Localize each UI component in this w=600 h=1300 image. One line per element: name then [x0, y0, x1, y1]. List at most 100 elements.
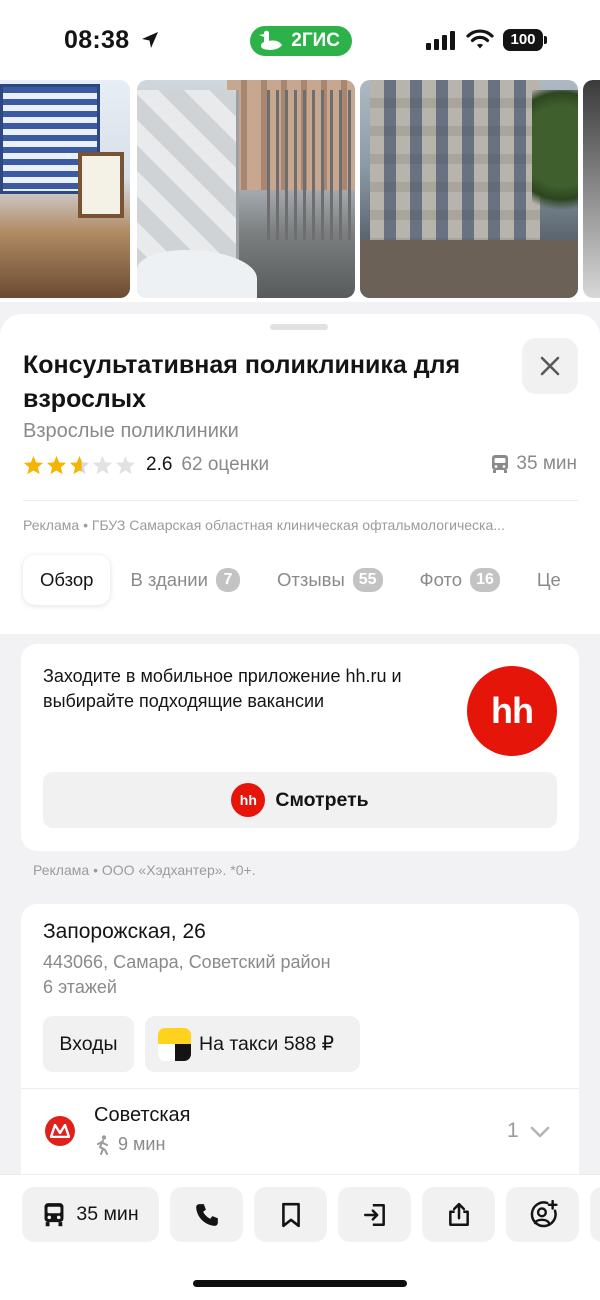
address-floors: 6 этажей [43, 977, 117, 997]
tab-overview[interactable]: Обзор [23, 555, 111, 605]
entrance-button[interactable] [338, 1187, 411, 1242]
photo-thumbnail[interactable] [137, 80, 355, 298]
taxi-label: На такси 588 ₽ [199, 1033, 335, 1055]
tab-label: Це [536, 569, 561, 590]
photo-detail [267, 90, 355, 240]
home-indicator[interactable] [193, 1280, 407, 1287]
transit-time[interactable]: 35 мин [490, 453, 577, 475]
more-actions-button[interactable] [590, 1187, 600, 1242]
promo-ad-label: Реклама [33, 862, 90, 878]
signal-icon [426, 31, 455, 50]
route-time-label: 35 мин [76, 1203, 139, 1225]
photo-thumbnail[interactable] [0, 80, 130, 298]
battery-icon: 100 [503, 29, 547, 51]
place-card: Консультативная поликлиника для взрослых… [0, 314, 600, 634]
photo-detail [532, 90, 578, 230]
metro-walk-time: 9 мин [118, 1134, 166, 1154]
status-time: 08:38 [64, 26, 130, 54]
location-arrow-icon [142, 32, 158, 48]
walk-icon [97, 1134, 108, 1155]
close-icon [540, 356, 560, 376]
rating-value: 2.6 [146, 454, 173, 475]
metro-count: 1 [507, 1119, 519, 1142]
entrance-icon [363, 1203, 385, 1226]
photo-thumbnail[interactable] [360, 80, 578, 298]
sheet-grabber[interactable] [270, 324, 328, 330]
app-badge[interactable]: 2ГИС [250, 26, 352, 56]
divider [23, 500, 578, 501]
photo-detail [137, 250, 257, 298]
star-half-icon [69, 455, 90, 475]
photo-detail [78, 152, 124, 218]
photo-thumbnail[interactable] [583, 80, 600, 298]
tab-label: В здании [130, 569, 208, 590]
phone-icon [195, 1203, 218, 1226]
promo-card: Заходите в мобильное приложение hh.ru и … [21, 644, 579, 851]
call-button[interactable] [170, 1187, 243, 1242]
hh-icon: hh [231, 783, 266, 817]
rating-row[interactable]: 2.6 62 оценки [23, 452, 269, 478]
tab-count-badge: 16 [470, 568, 500, 592]
address-street[interactable]: Запорожская, 26 [43, 920, 206, 944]
rating-count: 62 оценки [181, 454, 270, 475]
promo-ad-line: Реклама • ООО «Хэдхантер». *0+. [33, 862, 256, 878]
entrances-label: Входы [59, 1032, 118, 1055]
transit-time-label: 35 мин [516, 453, 577, 474]
star-icon [46, 455, 67, 475]
tab-label: Отзывы [276, 569, 345, 590]
route-button[interactable]: 35 мин [22, 1187, 159, 1242]
place-title: Консультативная поликлиника для взрослых [23, 351, 461, 413]
wifi-icon [466, 29, 494, 49]
tab-count-badge: 55 [352, 568, 383, 592]
place-category: Взрослые поликлиники [23, 420, 239, 442]
bookmark-button[interactable] [254, 1187, 327, 1242]
share-button[interactable] [422, 1187, 495, 1242]
tab-label: Обзор [40, 569, 94, 590]
address-city: 443066, Самара, Советский район [43, 952, 331, 972]
metro-walk: 9 мин [94, 1134, 165, 1155]
metro-icon [45, 1116, 75, 1146]
tab-in-building[interactable]: В здании 7 [113, 555, 257, 605]
tab-prices[interactable]: Це [520, 555, 578, 605]
app-badge-label: 2ГИС [291, 30, 340, 51]
promo-view-button[interactable]: hh Смотреть [43, 772, 557, 828]
tab-bar: Обзор В здании 7 Отзывы 55 Фото 16 Це [23, 554, 581, 606]
ad-separator: • [93, 862, 102, 878]
star-icon [115, 455, 136, 475]
rating-stars [23, 455, 136, 475]
add-user-icon [530, 1199, 558, 1227]
metro-m-glyph [50, 1124, 70, 1138]
chevron-down-icon[interactable] [528, 1121, 552, 1143]
hh-logo[interactable]: hh [467, 666, 557, 756]
share-icon [448, 1202, 469, 1226]
promo-ad-advertiser: ООО «Хэдхантер». *0+. [101, 862, 256, 878]
photo-gallery[interactable] [0, 80, 600, 302]
tab-photos[interactable]: Фото 16 [403, 555, 517, 605]
star-icon [92, 455, 113, 475]
tab-label: Фото [419, 569, 463, 590]
photo-detail [360, 240, 578, 298]
bookmark-icon [281, 1202, 300, 1227]
tab-reviews[interactable]: Отзывы 55 [260, 555, 400, 605]
promo-text: Заходите в мобильное приложение hh.ru и … [43, 666, 402, 711]
add-contact-button[interactable] [506, 1187, 579, 1242]
close-button[interactable] [522, 338, 578, 394]
battery-cap [544, 36, 547, 44]
ad-separator: • [83, 517, 92, 533]
battery-level: 100 [503, 29, 543, 51]
bus-icon [44, 1202, 64, 1226]
taxi-button[interactable]: На такси 588 ₽ [145, 1016, 360, 1072]
ad-text: ГБУЗ Самарская областная клиническая офт… [91, 517, 505, 533]
ad-line[interactable]: Реклама • ГБУЗ Самарская областная клини… [23, 517, 583, 533]
photo-detail [370, 80, 540, 240]
ad-label: Реклама [23, 517, 80, 533]
status-bar: 08:38 2ГИС 100 [0, 0, 600, 80]
bus-icon [492, 455, 509, 473]
promo-view-label: Смотреть [275, 788, 369, 811]
yandex-taxi-icon [158, 1027, 191, 1061]
entrances-button[interactable]: Входы [43, 1016, 134, 1072]
star-icon [23, 455, 44, 475]
divider [21, 1088, 579, 1089]
goose-icon [259, 30, 282, 50]
metro-station[interactable]: Советская [94, 1104, 191, 1127]
